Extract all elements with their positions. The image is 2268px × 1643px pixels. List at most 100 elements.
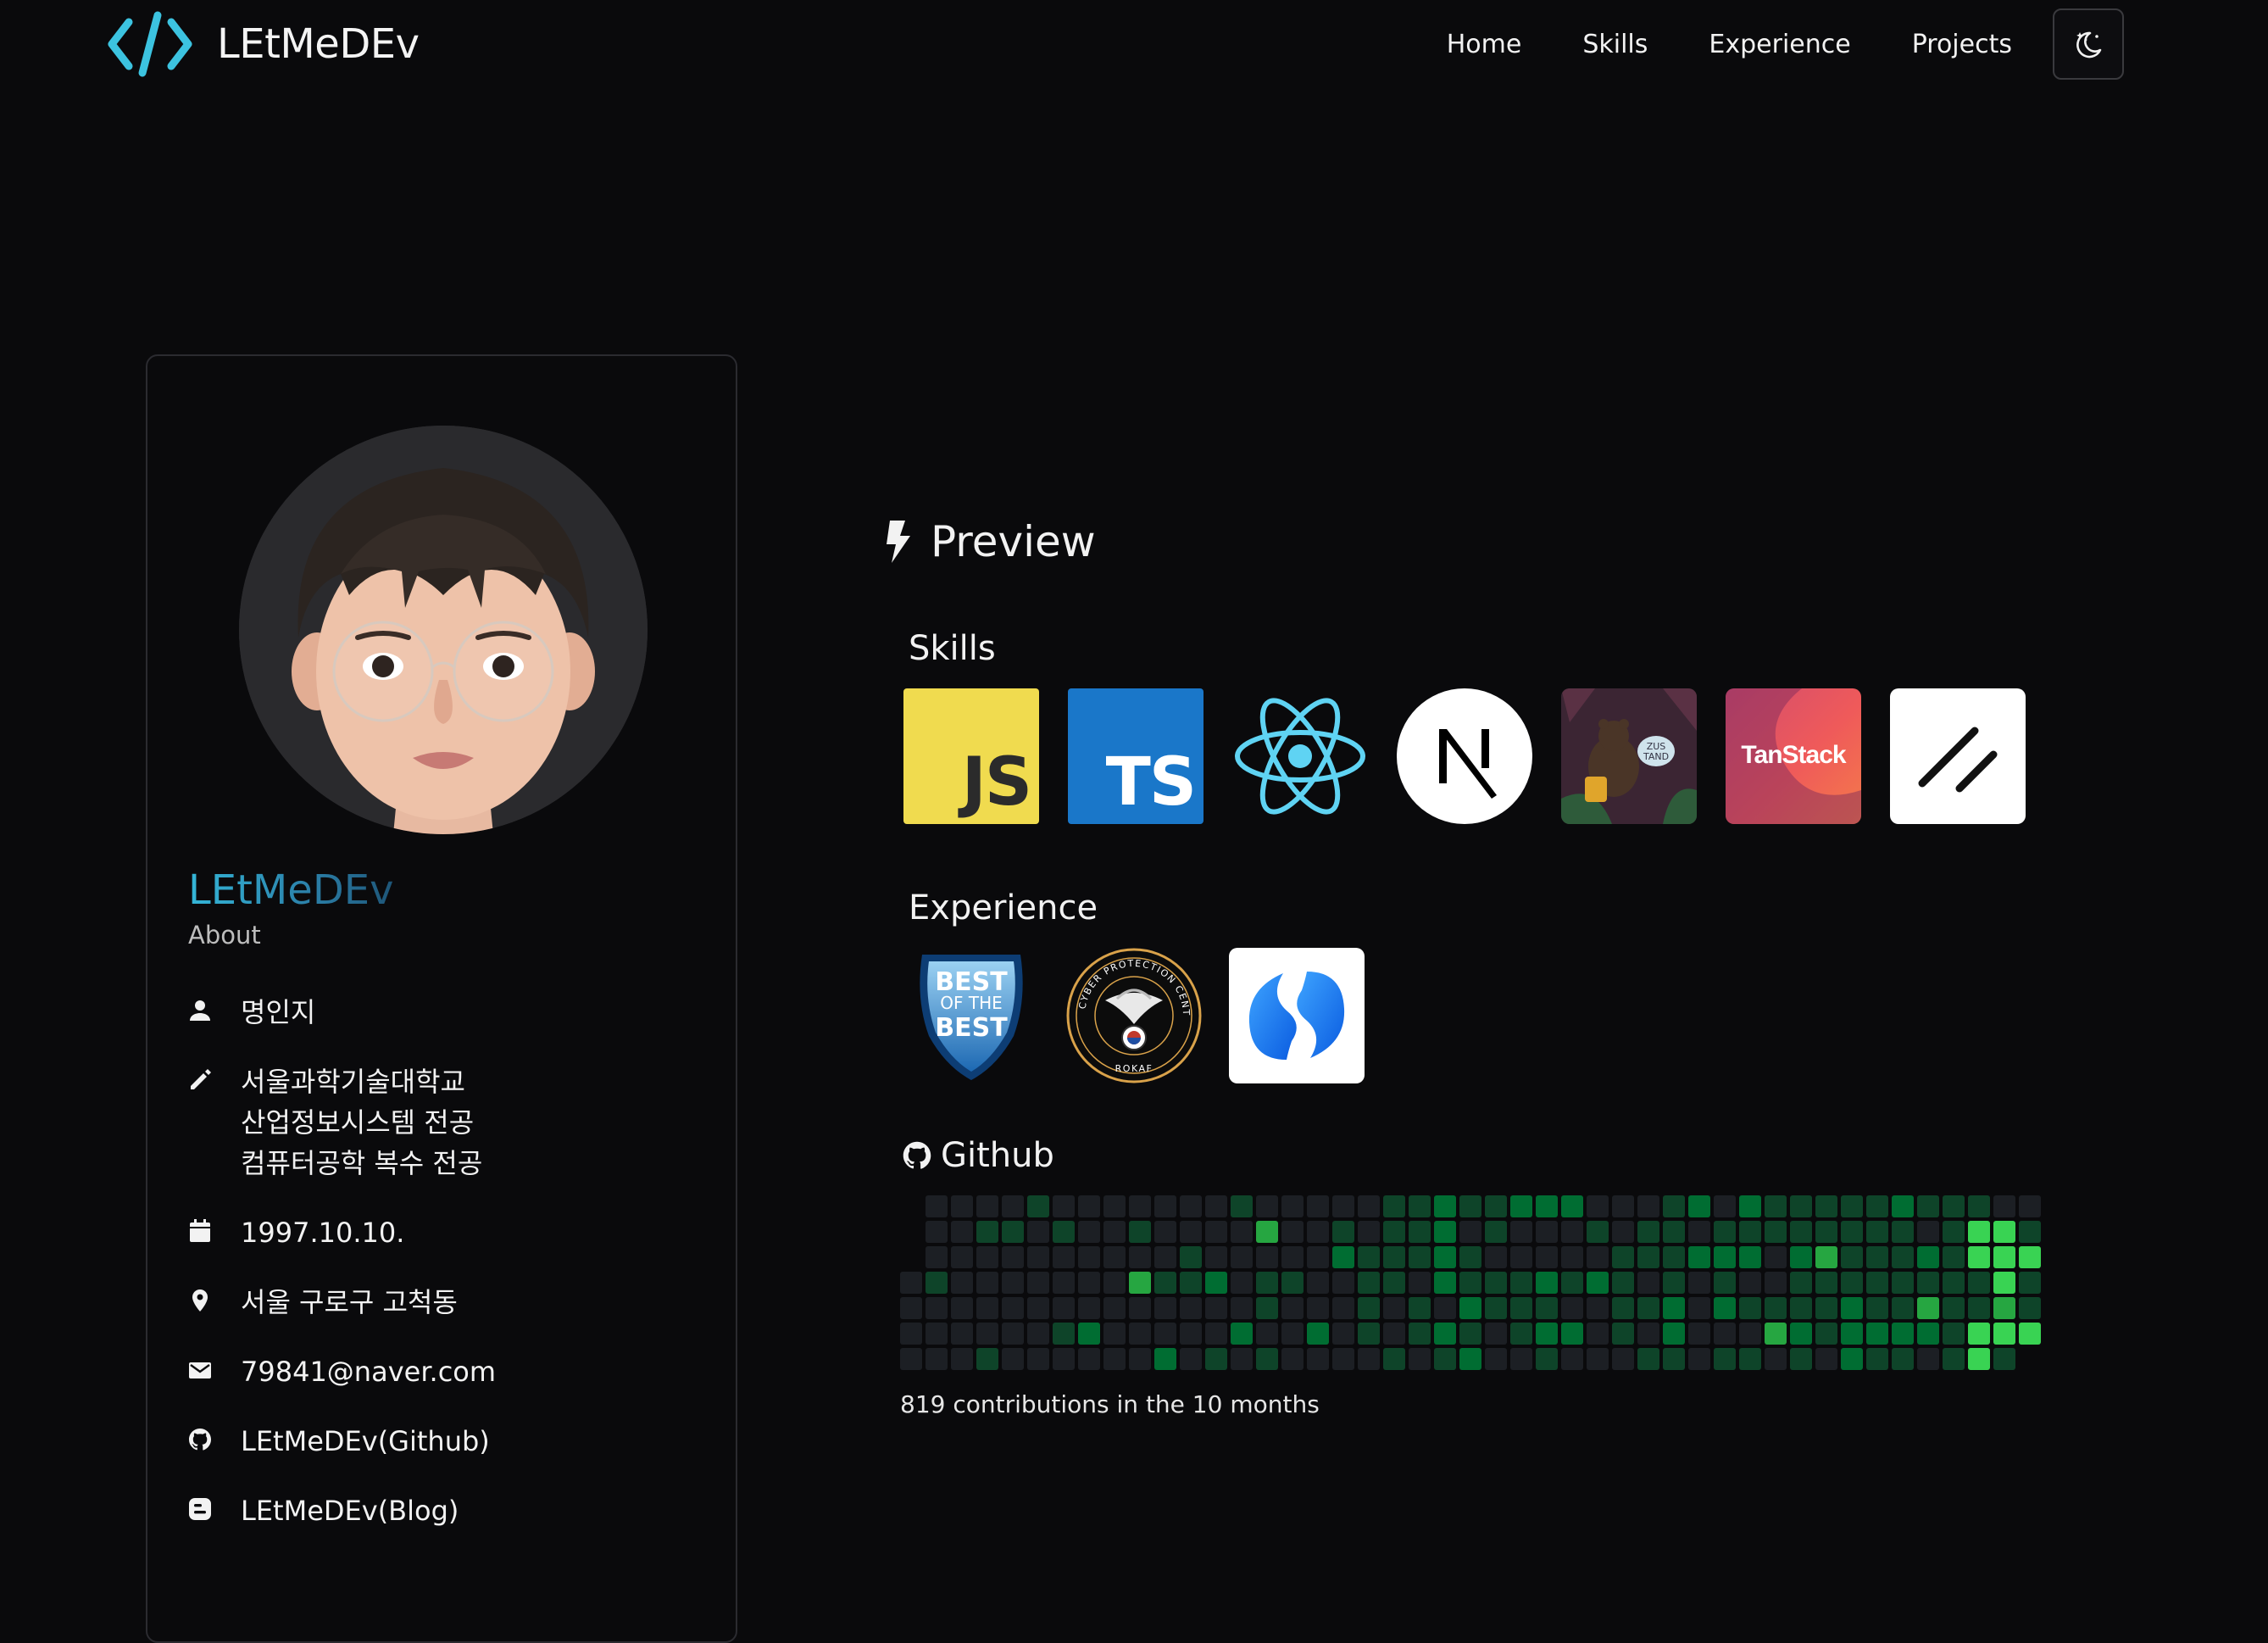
contribution-cell xyxy=(1256,1348,1278,1370)
contribution-cell xyxy=(1002,1246,1024,1268)
contribution-cell xyxy=(1231,1323,1253,1345)
contribution-cell xyxy=(1180,1221,1202,1243)
contribution-cell xyxy=(1002,1348,1024,1370)
contribution-cell xyxy=(1078,1272,1100,1294)
contribution-cell xyxy=(1129,1348,1151,1370)
contribution-cell xyxy=(951,1297,973,1319)
contribution-cell xyxy=(1485,1297,1507,1319)
contribution-cell xyxy=(2019,1221,2041,1243)
contribution-cell xyxy=(1637,1221,1659,1243)
contribution-cell xyxy=(1332,1272,1354,1294)
contribution-cell xyxy=(1459,1272,1481,1294)
rokaf-cyber-protection-center-logo[interactable]: CYBER PROTECTION CENTER ROKAF xyxy=(1066,948,1202,1083)
best-of-the-best-logo[interactable]: BEST OF THE BEST xyxy=(903,948,1039,1083)
blue-swirl-logo[interactable] xyxy=(1229,948,1365,1083)
contribution-cell xyxy=(1561,1272,1583,1294)
contribution-cell xyxy=(1815,1323,1837,1345)
contribution-cell xyxy=(1409,1195,1431,1217)
contribution-cell xyxy=(1332,1195,1354,1217)
code-brackets-icon xyxy=(108,11,192,77)
info-email[interactable]: 79841@naver.com xyxy=(186,1351,496,1392)
contribution-cell xyxy=(1968,1323,1990,1345)
contribution-cell xyxy=(1205,1323,1227,1345)
contribution-cell xyxy=(926,1195,948,1217)
contribution-cell xyxy=(1434,1195,1456,1217)
nav-skills[interactable]: Skills xyxy=(1582,30,1648,59)
contribution-cell xyxy=(1866,1195,1888,1217)
tanstack-logo[interactable]: TanStack xyxy=(1726,688,1861,824)
github-icon xyxy=(189,1429,211,1451)
contribution-cell xyxy=(1383,1297,1405,1319)
info-blog-link[interactable]: LEtMeDEv(Blog) xyxy=(186,1490,496,1531)
contribution-cell xyxy=(1409,1272,1431,1294)
contribution-cell xyxy=(1536,1323,1558,1345)
contribution-cell xyxy=(1892,1348,1914,1370)
contribution-cell xyxy=(2019,1195,2041,1217)
contribution-cell xyxy=(1765,1221,1787,1243)
contribution-cell xyxy=(1765,1297,1787,1319)
contribution-cell xyxy=(1180,1195,1202,1217)
contribution-cell xyxy=(1841,1348,1863,1370)
contribution-cell xyxy=(1002,1221,1024,1243)
contribution-cell xyxy=(1892,1246,1914,1268)
contribution-cell xyxy=(951,1323,973,1345)
contribution-cell xyxy=(1231,1297,1253,1319)
nav-projects[interactable]: Projects xyxy=(1912,30,2012,59)
contribution-cell xyxy=(1790,1246,1812,1268)
contribution-cell xyxy=(951,1221,973,1243)
contribution-cell xyxy=(1612,1348,1634,1370)
contribution-cell xyxy=(1383,1348,1405,1370)
contribution-cell xyxy=(1205,1221,1227,1243)
contribution-cell xyxy=(1637,1348,1659,1370)
contribution-cell xyxy=(1587,1221,1609,1243)
contribution-cell xyxy=(926,1348,948,1370)
contribution-cell xyxy=(1358,1297,1380,1319)
typescript-logo[interactable]: TS xyxy=(1068,688,1203,824)
info-github-link[interactable]: LEtMeDEv(Github) xyxy=(186,1421,496,1462)
theme-toggle-button[interactable] xyxy=(2053,8,2124,80)
shadcn-logo[interactable] xyxy=(1890,688,2026,824)
contribution-cell xyxy=(1943,1195,1965,1217)
contribution-cell xyxy=(1205,1297,1227,1319)
contribution-cell xyxy=(976,1246,998,1268)
contribution-cell xyxy=(1154,1221,1176,1243)
contribution-cell xyxy=(1256,1272,1278,1294)
contribution-cell xyxy=(1332,1348,1354,1370)
location-pin-icon xyxy=(192,1289,208,1312)
contribution-cell xyxy=(1078,1246,1100,1268)
javascript-logo[interactable]: JS xyxy=(903,688,1039,824)
contribution-cell xyxy=(1307,1348,1329,1370)
contribution-cell xyxy=(1688,1323,1710,1345)
react-logo[interactable] xyxy=(1232,688,1368,824)
contribution-cell xyxy=(1587,1323,1609,1345)
contribution-cell xyxy=(1358,1195,1380,1217)
zustand-logo[interactable]: ZUS TAND xyxy=(1561,688,1697,824)
contribution-cell xyxy=(1409,1297,1431,1319)
contribution-cell xyxy=(1256,1246,1278,1268)
contribution-cell xyxy=(976,1348,998,1370)
contribution-cell xyxy=(1561,1323,1583,1345)
contribution-cell xyxy=(976,1195,998,1217)
contribution-cell xyxy=(1256,1297,1278,1319)
nav-experience[interactable]: Experience xyxy=(1709,30,1850,59)
nav-home[interactable]: Home xyxy=(1447,30,1522,59)
info-birthdate: 1997.10.10. xyxy=(186,1212,496,1253)
contribution-cell xyxy=(1103,1246,1126,1268)
svg-text:ROKAF: ROKAF xyxy=(1115,1063,1153,1074)
contribution-cell xyxy=(1485,1272,1507,1294)
site-logo[interactable]: LEtMeDEv xyxy=(105,8,420,80)
contribution-cell xyxy=(1358,1323,1380,1345)
contribution-cell xyxy=(1943,1272,1965,1294)
info-location: 서울 구로구 고척동 xyxy=(186,1282,496,1323)
svg-text:TAND: TAND xyxy=(1643,751,1669,762)
contribution-cell xyxy=(1765,1272,1787,1294)
contribution-cell xyxy=(1790,1272,1812,1294)
contribution-cell xyxy=(1917,1246,1939,1268)
contribution-cell xyxy=(1587,1195,1609,1217)
contribution-cell xyxy=(1002,1297,1024,1319)
contribution-cell xyxy=(1383,1195,1405,1217)
contribution-cell xyxy=(1815,1272,1837,1294)
nextjs-logo[interactable] xyxy=(1397,688,1532,824)
contribution-cell xyxy=(1561,1348,1583,1370)
contribution-cell xyxy=(1587,1246,1609,1268)
